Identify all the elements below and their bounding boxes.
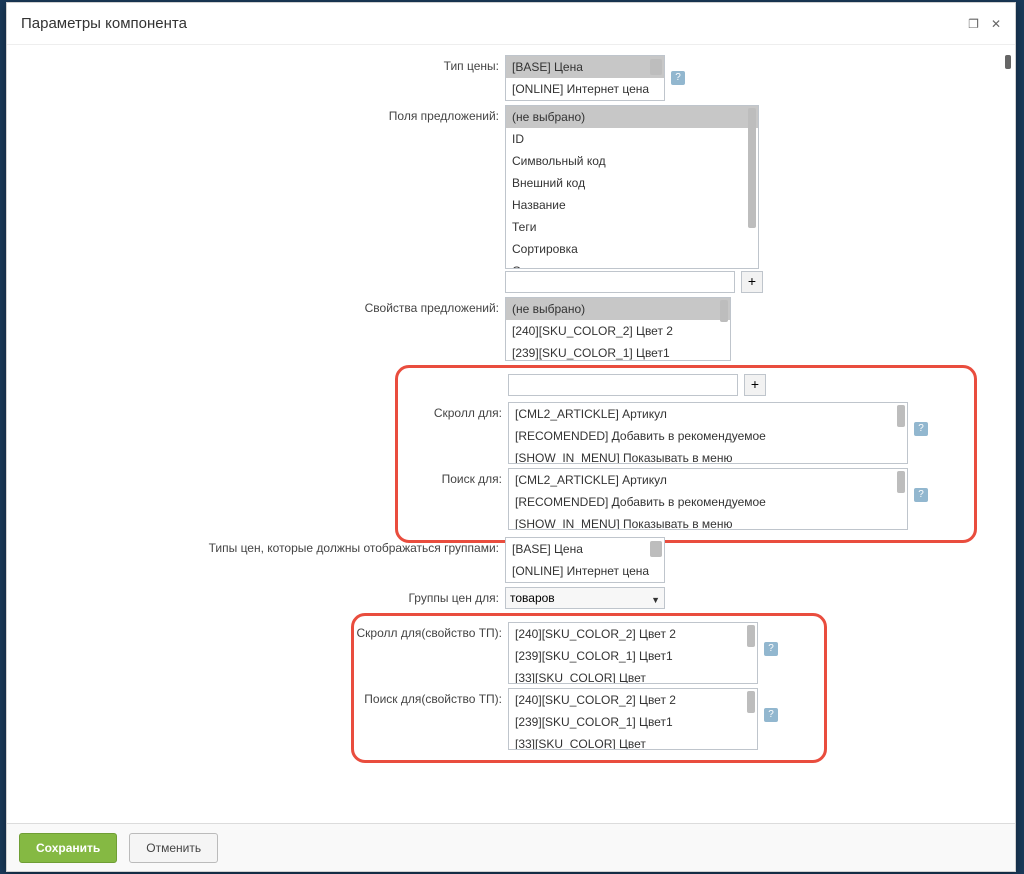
dialog-titlebar: Параметры компонента ❐ ✕ [7, 3, 1015, 45]
label-price-type: Тип цены: [25, 55, 505, 73]
row-price-type: Тип цены: [BASE] Цена [ONLINE] Интернет … [25, 55, 997, 101]
row-offer-fields: Поля предложений: (не выбрано) ID Символ… [25, 105, 997, 269]
option[interactable]: [239][SKU_COLOR_1] Цвет1 [509, 711, 757, 733]
scrollbar-thumb[interactable] [650, 541, 662, 557]
option[interactable]: [CML2_ARTICKLE] Артикул [509, 403, 907, 425]
option[interactable]: Внешний код [506, 172, 758, 194]
help-icon[interactable]: ? [764, 708, 778, 722]
option[interactable]: [RECOMENDED] Добавить в рекомендуемое [509, 425, 907, 447]
scrollbar-thumb[interactable] [748, 108, 756, 228]
label-price-groups-for: Группы цен для: [25, 587, 505, 605]
option[interactable]: [BASE] Цена [506, 56, 664, 78]
row-scroll-for: Скролл для: [CML2_ARTICKLE] Артикул [REC… [398, 402, 964, 464]
option[interactable]: [240][SKU_COLOR_2] Цвет 2 [509, 689, 757, 711]
highlight-box-2: Скролл для(свойство ТП): [240][SKU_COLOR… [351, 613, 827, 763]
label-price-group-types: Типы цен, которые должны отображаться гр… [25, 537, 505, 555]
option[interactable]: [SHOW_IN_MENU] Показывать в меню [509, 447, 907, 464]
component-params-dialog: Параметры компонента ❐ ✕ Тип цены: [BASE… [6, 2, 1016, 872]
dialog-title: Параметры компонента [21, 15, 187, 32]
close-icon[interactable]: ✕ [991, 17, 1001, 31]
option[interactable]: [ONLINE] Интернет цена [506, 560, 664, 582]
row-offer-fields-add: + [25, 271, 997, 293]
help-icon[interactable]: ? [671, 71, 685, 85]
selected-value: товаров [510, 591, 555, 605]
help-icon[interactable]: ? [764, 642, 778, 656]
scrollbar-thumb[interactable] [747, 691, 755, 713]
row-price-groups-for: Группы цен для: товаров [25, 587, 997, 609]
option[interactable]: [33][SKU_COLOR] Цвет [509, 733, 757, 750]
save-button[interactable]: Сохранить [19, 833, 117, 863]
option[interactable]: [240][SKU_COLOR_2] Цвет 2 [509, 623, 757, 645]
row-price-group-types: Типы цен, которые должны отображаться гр… [25, 537, 997, 583]
select-search-for[interactable]: [CML2_ARTICKLE] Артикул [RECOMENDED] Доб… [508, 468, 908, 530]
select-offer-fields[interactable]: (не выбрано) ID Символьный код Внешний к… [505, 105, 759, 269]
form: Тип цены: [BASE] Цена [ONLINE] Интернет … [25, 55, 997, 763]
select-scroll-tp[interactable]: [240][SKU_COLOR_2] Цвет 2 [239][SKU_COLO… [508, 622, 758, 684]
option[interactable]: [SHOW_IN_MENU] Показывать в меню [509, 513, 907, 530]
dialog-window-controls: ❐ ✕ [968, 17, 1001, 31]
scrollbar-thumb[interactable] [747, 625, 755, 647]
label-search-for: Поиск для: [398, 468, 508, 486]
select-search-tp[interactable]: [240][SKU_COLOR_2] Цвет 2 [239][SKU_COLO… [508, 688, 758, 750]
option[interactable]: Название [506, 194, 758, 216]
option[interactable]: [240][SKU_COLOR_2] Цвет 2 [506, 320, 730, 342]
option[interactable]: [BASE] Цена [506, 538, 664, 560]
row-search-tp: Поиск для(свойство ТП): [240][SKU_COLOR_… [354, 688, 814, 750]
select-price-groups-for[interactable]: товаров [505, 587, 665, 609]
label-scroll-tp: Скролл для(свойство ТП): [354, 622, 508, 640]
select-scroll-for[interactable]: [CML2_ARTICKLE] Артикул [RECOMENDED] Доб… [508, 402, 908, 464]
add-offer-field-button[interactable]: + [741, 271, 763, 293]
option[interactable]: [239][SKU_COLOR_1] Цвет1 [506, 342, 730, 361]
help-icon[interactable]: ? [914, 422, 928, 436]
option[interactable]: Описание для анонса [506, 260, 758, 269]
option[interactable]: [33][SKU_COLOR] Цвет [509, 667, 757, 684]
option[interactable]: [CML2_ARTICKLE] Артикул [509, 469, 907, 491]
select-price-type[interactable]: [BASE] Цена [ONLINE] Интернет цена [505, 55, 665, 101]
label-offer-fields: Поля предложений: [25, 105, 505, 123]
dialog-footer: Сохранить Отменить [7, 823, 1015, 871]
cancel-button[interactable]: Отменить [129, 833, 218, 863]
option[interactable]: Теги [506, 216, 758, 238]
option[interactable]: (не выбрано) [506, 298, 730, 320]
option[interactable]: Сортировка [506, 238, 758, 260]
label-offer-props: Свойства предложений: [25, 297, 505, 315]
select-offer-props[interactable]: (не выбрано) [240][SKU_COLOR_2] Цвет 2 [… [505, 297, 731, 361]
option[interactable]: [239][SKU_COLOR_1] Цвет1 [509, 645, 757, 667]
offer-props-input[interactable] [508, 374, 738, 396]
help-icon[interactable]: ? [914, 488, 928, 502]
option[interactable]: (не выбрано) [506, 106, 758, 128]
offer-fields-input[interactable] [505, 271, 735, 293]
scrollbar-thumb[interactable] [897, 405, 905, 427]
maximize-icon[interactable]: ❐ [968, 17, 979, 31]
label-search-tp: Поиск для(свойство ТП): [354, 688, 508, 706]
option[interactable]: [RECOMENDED] Добавить в рекомендуемое [509, 491, 907, 513]
body-scrollbar-thumb[interactable] [1005, 55, 1011, 69]
highlight-box-1: + Скролл для: [CML2_ARTICKLE] Артикул [R… [395, 365, 977, 543]
row-scroll-tp: Скролл для(свойство ТП): [240][SKU_COLOR… [354, 622, 814, 684]
scrollbar-thumb[interactable] [720, 300, 728, 322]
option[interactable]: ID [506, 128, 758, 150]
label-scroll-for: Скролл для: [398, 402, 508, 420]
add-offer-prop-button[interactable]: + [744, 374, 766, 396]
row-offer-props: Свойства предложений: (не выбрано) [240]… [25, 297, 997, 361]
option[interactable]: [ONLINE] Интернет цена [506, 78, 664, 100]
select-price-group-types[interactable]: [BASE] Цена [ONLINE] Интернет цена [505, 537, 665, 583]
row-offer-props-add: + [398, 374, 964, 396]
scrollbar-thumb[interactable] [897, 471, 905, 493]
row-search-for: Поиск для: [CML2_ARTICKLE] Артикул [RECO… [398, 468, 964, 530]
option[interactable]: Символьный код [506, 150, 758, 172]
dialog-body: Тип цены: [BASE] Цена [ONLINE] Интернет … [7, 45, 1015, 823]
scrollbar-thumb[interactable] [650, 59, 662, 75]
